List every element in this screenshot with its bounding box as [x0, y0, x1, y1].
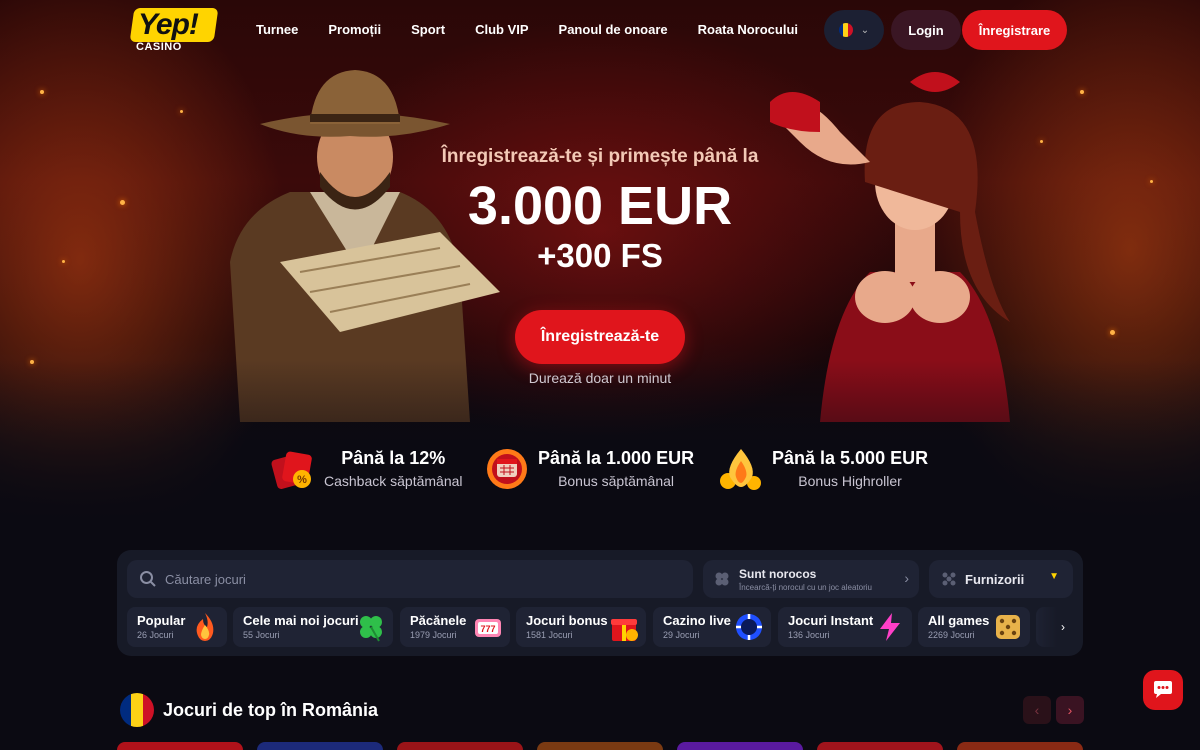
bonus-desc: Bonus Highroller — [798, 472, 902, 489]
svg-text:777: 777 — [480, 624, 495, 634]
carousel-prev-button[interactable]: ‹ — [1023, 696, 1051, 724]
bonus-cashback[interactable]: % Până la 12% Cashback săptămânal — [268, 440, 463, 496]
highroller-icon — [720, 449, 761, 490]
lucky-button[interactable]: Sunt norocos Încearcă-ți norocul cu un j… — [703, 560, 919, 598]
logo-text: Yep! — [138, 8, 199, 41]
language-selector[interactable]: ⌄ — [824, 10, 884, 50]
game-thumbnail[interactable] — [537, 742, 663, 750]
chevron-right-icon: › — [1061, 620, 1065, 634]
hero-note: Durează doar un minut — [528, 370, 672, 386]
providers-icon — [942, 572, 956, 586]
poker-chip-icon — [736, 614, 762, 640]
games-panel: Sunt norocos Încearcă-ți norocul cu un j… — [117, 550, 1083, 656]
bonus-highroller[interactable]: Până la 5.000 EUR Bonus Highroller — [716, 440, 928, 496]
carousel-next-button[interactable]: › — [1056, 696, 1084, 724]
chevron-down-icon: ⌄ — [860, 24, 870, 36]
nav-item-roata-norocului[interactable]: Roata Norocului — [698, 22, 798, 37]
bonus-desc: Cashback săptămânal — [324, 472, 463, 489]
game-thumbnail[interactable] — [397, 742, 523, 750]
clover-icon — [715, 572, 729, 586]
game-thumbnail[interactable] — [117, 742, 243, 750]
romania-flag-icon — [838, 23, 853, 37]
nav-item-sport[interactable]: Sport — [411, 22, 445, 37]
nav-item-club-vip[interactable]: Club VIP — [475, 22, 528, 37]
hero-copy: Înregistrează-te și primește până la 3.0… — [0, 146, 1200, 276]
nav-item-turnee[interactable]: Turnee — [256, 22, 298, 37]
category-all-games[interactable]: All games 2269 Jocuri — [918, 607, 1030, 647]
category-popular[interactable]: Popular 26 Jocuri — [127, 607, 227, 647]
section-title: Jocuri de top în România — [163, 700, 379, 720]
bonus-title: Până la 5.000 EUR — [772, 447, 929, 468]
game-thumbnail[interactable] — [957, 742, 1083, 750]
romania-flag-icon — [120, 693, 154, 727]
top-header: Yep! CASINO Turnee Promoții Sport Club V… — [0, 0, 1200, 60]
categories-scroll-right[interactable]: › — [1033, 607, 1073, 647]
category-instant-games[interactable]: Jocuri Instant 136 Jocuri — [778, 607, 912, 647]
cashback-icon: % — [271, 451, 312, 489]
game-thumbnail[interactable] — [257, 742, 383, 750]
game-thumbnail[interactable] — [677, 742, 803, 750]
bonus-title: Până la 1.000 EUR — [538, 447, 695, 468]
chevron-right-icon: › — [1067, 702, 1073, 718]
live-chat-button[interactable] — [1143, 670, 1183, 710]
chevron-down-icon: ▼ — [1049, 571, 1059, 582]
top-games-section-header: Jocuri de top în România ‹ › — [117, 690, 1084, 730]
search-box[interactable] — [127, 560, 693, 598]
register-button[interactable]: Înregistrare — [962, 10, 1067, 50]
category-live-casino[interactable]: Cazino live 29 Jocuri — [653, 607, 771, 647]
category-row: Popular 26 Jocuri Cele mai noi jocuri 55… — [127, 607, 1073, 647]
chat-bubble-icon — [1154, 681, 1172, 698]
bonus-weekly[interactable]: Până la 1.000 EUR Bonus săptămânal — [482, 440, 694, 496]
nav-item-panoul-de-onoare[interactable]: Panoul de onoare — [559, 22, 668, 37]
search-input[interactable] — [165, 571, 665, 587]
nav-item-promotii[interactable]: Promoții — [328, 22, 381, 37]
dice-icon — [996, 615, 1020, 639]
bonus-strip: % Până la 12% Cashback săptămânal Până l… — [0, 440, 1200, 500]
lucky-subtitle: Încearcă-ți norocul cu un joc aleatoriu — [739, 582, 872, 592]
svg-text:%: % — [297, 474, 307, 486]
game-thumbnail[interactable] — [817, 742, 943, 750]
bonus-desc: Bonus săptămânal — [558, 472, 675, 489]
main-nav: Turnee Promoții Sport Club VIP Panoul de… — [256, 22, 828, 37]
login-button[interactable]: Login — [891, 10, 961, 50]
game-thumbnails-row — [117, 742, 1083, 750]
search-icon — [140, 571, 156, 587]
gift-icon — [611, 619, 638, 641]
fire-icon — [196, 613, 214, 641]
category-slots[interactable]: Păcănele 1979 Jocuri 777 — [400, 607, 510, 647]
logo-subtext: CASINO — [136, 41, 182, 53]
providers-label: Furnizorii — [965, 571, 1025, 587]
hero-subtitle: Înregistrează-te și primește până la — [441, 146, 759, 167]
calendar-bonus-icon — [487, 449, 527, 489]
hero-register-button[interactable]: Înregistrează-te — [515, 310, 685, 364]
category-newest[interactable]: Cele mai noi jocuri 55 Jocuri — [233, 607, 393, 647]
lightning-icon — [880, 613, 900, 641]
chevron-left-icon: ‹ — [1034, 702, 1040, 718]
hero-amount: 3.000 EUR — [467, 176, 733, 236]
lucky-title: Sunt norocos — [739, 566, 817, 581]
providers-dropdown[interactable]: Furnizorii ▼ — [929, 560, 1073, 598]
yep-casino-logo[interactable]: Yep! CASINO — [129, 8, 219, 54]
bonus-title: Până la 12% — [341, 447, 446, 468]
slot-machine-icon: 777 — [475, 619, 501, 637]
chevron-right-icon: › — [904, 570, 909, 586]
clover-icon — [360, 616, 382, 642]
hero-free-spins: +300 FS — [537, 237, 663, 274]
category-bonus-games[interactable]: Jocuri bonus 1581 Jocuri — [516, 607, 646, 647]
